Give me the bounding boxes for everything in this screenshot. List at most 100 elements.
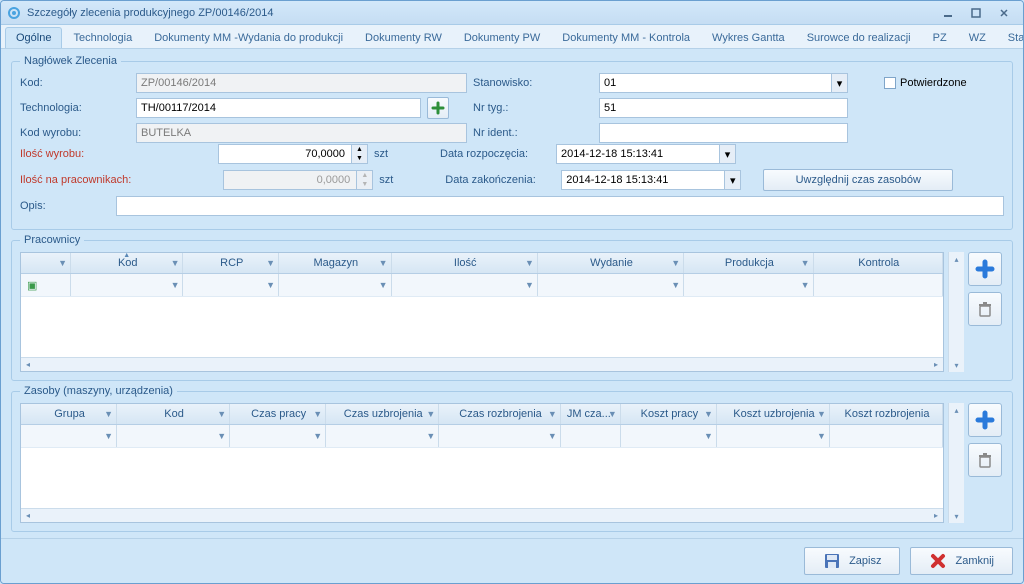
label-kod: Kod: (20, 77, 130, 89)
filter-icon[interactable]: ▼ (217, 431, 226, 441)
filter-icon[interactable]: ▼ (817, 431, 826, 441)
workers-col-produkcja[interactable]: Produkcja▼ (684, 253, 813, 273)
scroll-down-icon[interactable]: ▾ (949, 358, 964, 372)
spinner-up-icon[interactable]: ▲ (352, 145, 367, 154)
filter-icon[interactable]: ▼ (217, 409, 226, 419)
tab-rw[interactable]: Dokumenty RW (354, 27, 453, 48)
res-col-kod[interactable]: Kod▼ (117, 404, 230, 424)
chevron-down-icon[interactable]: ▾ (831, 74, 847, 92)
label-iloscwyrobu: Ilość wyrobu: (20, 148, 126, 160)
add-worker-button[interactable] (968, 252, 1002, 286)
field-iloscwyrobu[interactable]: ▲▼ (218, 144, 368, 164)
scroll-right-icon[interactable]: ▸ (929, 358, 943, 372)
tab-pw[interactable]: Dokumenty PW (453, 27, 551, 48)
field-technologia[interactable] (136, 98, 421, 118)
workers-grid[interactable]: ▼ Kod▲▼ RCP▼ Magazyn▼ Ilość▼ Wydanie▼ Pr… (20, 252, 944, 372)
filter-icon[interactable]: ▼ (266, 258, 275, 268)
filter-icon[interactable]: ▼ (548, 409, 557, 419)
filter-icon[interactable]: ▼ (426, 409, 435, 419)
workers-col-ilosc[interactable]: Ilość▼ (392, 253, 538, 273)
close-button[interactable] (991, 5, 1017, 21)
filter-icon[interactable]: ▼ (525, 280, 534, 290)
scroll-right-icon[interactable]: ▸ (929, 509, 943, 523)
filter-icon[interactable]: ▼ (379, 258, 388, 268)
scroll-up-icon[interactable]: ▴ (949, 252, 964, 266)
workers-hscroll[interactable]: ◂▸ (21, 357, 943, 371)
field-nrident[interactable] (599, 123, 848, 143)
scroll-up-icon[interactable]: ▴ (949, 403, 964, 417)
filter-icon[interactable]: ▼ (426, 431, 435, 441)
res-col-jm[interactable]: JM cza...▼ (561, 404, 621, 424)
res-col-kosztpracy[interactable]: Koszt pracy▼ (621, 404, 717, 424)
filter-icon[interactable]: ▼ (313, 431, 322, 441)
filter-icon[interactable]: ▼ (608, 409, 617, 419)
resources-grid[interactable]: Grupa▼ Kod▼ Czas pracy▼ Czas uzbrojenia▼… (20, 403, 944, 523)
uwzglednij-button[interactable]: Uwzględnij czas zasobów (763, 169, 953, 191)
filter-icon[interactable]: ▼ (671, 280, 680, 290)
filter-icon[interactable]: ▼ (704, 431, 713, 441)
scroll-down-icon[interactable]: ▾ (949, 509, 964, 523)
scroll-left-icon[interactable]: ◂ (21, 509, 35, 523)
field-nrtyg[interactable] (599, 98, 848, 118)
filter-icon[interactable]: ▼ (801, 258, 810, 268)
field-datarozp[interactable]: 2014-12-18 15:13:41▾ (556, 144, 736, 164)
filter-icon[interactable]: ▼ (525, 258, 534, 268)
filter-icon[interactable]: ▼ (548, 431, 557, 441)
filter-icon[interactable]: ▼ (379, 280, 388, 290)
spinner-down-icon[interactable]: ▼ (352, 154, 367, 163)
close-dialog-button[interactable]: Zamknij (910, 547, 1013, 575)
filter-icon[interactable]: ▼ (313, 409, 322, 419)
field-opis[interactable] (116, 196, 1004, 216)
workers-col-magazyn[interactable]: Magazyn▼ (279, 253, 391, 273)
tab-pz[interactable]: PZ (922, 27, 958, 48)
res-col-kosztuzbr[interactable]: Koszt uzbrojenia▼ (717, 404, 830, 424)
workers-col-kontrola[interactable]: Kontrola (814, 253, 943, 273)
tab-ogolne[interactable]: Ogólne (5, 27, 62, 48)
tab-surowce[interactable]: Surowce do realizacji (796, 27, 922, 48)
resources-grid-body[interactable] (21, 448, 943, 508)
minimize-button[interactable] (935, 5, 961, 21)
save-button[interactable]: Zapisz (804, 547, 900, 575)
chevron-down-icon[interactable]: ▾ (724, 171, 740, 189)
workers-col-kod[interactable]: Kod▲▼ (71, 253, 183, 273)
filter-icon[interactable]: ▼ (104, 409, 113, 419)
workers-col-rcp[interactable]: RCP▼ (183, 253, 279, 273)
filter-icon[interactable]: ▼ (801, 280, 810, 290)
res-col-kosztrozbr[interactable]: Koszt rozbrojenia (830, 404, 943, 424)
filter-icon[interactable]: ▼ (817, 409, 826, 419)
tab-technologia[interactable]: Technologia (62, 27, 143, 48)
tab-mm-kontrola[interactable]: Dokumenty MM - Kontrola (551, 27, 701, 48)
scroll-left-icon[interactable]: ◂ (21, 358, 35, 372)
tab-wz[interactable]: WZ (958, 27, 997, 48)
delete-resource-button[interactable] (968, 443, 1002, 477)
filter-icon[interactable]: ▼ (704, 409, 713, 419)
resources-hscroll[interactable]: ◂▸ (21, 508, 943, 522)
maximize-button[interactable] (963, 5, 989, 21)
workers-vscroll[interactable]: ▴▾ (948, 252, 964, 372)
add-technologia-button[interactable] (427, 97, 449, 119)
tab-mm-wydania[interactable]: Dokumenty MM -Wydania do produkcji (143, 27, 354, 48)
chevron-down-icon[interactable]: ▾ (719, 145, 735, 163)
add-resource-button[interactable] (968, 403, 1002, 437)
filter-icon[interactable]: ▼ (58, 258, 67, 268)
checkbox-potwierdzone[interactable]: Potwierdzone (884, 77, 1004, 89)
filter-icon[interactable]: ▼ (104, 431, 113, 441)
filter-icon[interactable]: ▼ (671, 258, 680, 268)
res-col-czasuzbr[interactable]: Czas uzbrojenia▼ (326, 404, 439, 424)
workers-grid-body[interactable] (21, 297, 943, 357)
workers-col-blank[interactable]: ▼ (21, 253, 71, 273)
resources-vscroll[interactable]: ▴▾ (948, 403, 964, 523)
res-col-grupa[interactable]: Grupa▼ (21, 404, 117, 424)
field-datazak[interactable]: 2014-12-18 15:13:41▾ (561, 170, 741, 190)
field-stanowisko[interactable]: 01▾ (599, 73, 848, 93)
tab-stany[interactable]: Stany magazynowe (997, 27, 1024, 48)
filter-icon[interactable]: ▼ (171, 258, 180, 268)
checkbox-box[interactable] (884, 77, 896, 89)
res-col-czaspracy[interactable]: Czas pracy▼ (230, 404, 326, 424)
filter-icon[interactable]: ▼ (266, 280, 275, 290)
filter-icon[interactable]: ▼ (171, 280, 180, 290)
res-col-czasrozbr[interactable]: Czas rozbrojenia▼ (439, 404, 561, 424)
workers-col-wydanie[interactable]: Wydanie▼ (538, 253, 684, 273)
delete-worker-button[interactable] (968, 292, 1002, 326)
tab-gantt[interactable]: Wykres Gantta (701, 27, 796, 48)
